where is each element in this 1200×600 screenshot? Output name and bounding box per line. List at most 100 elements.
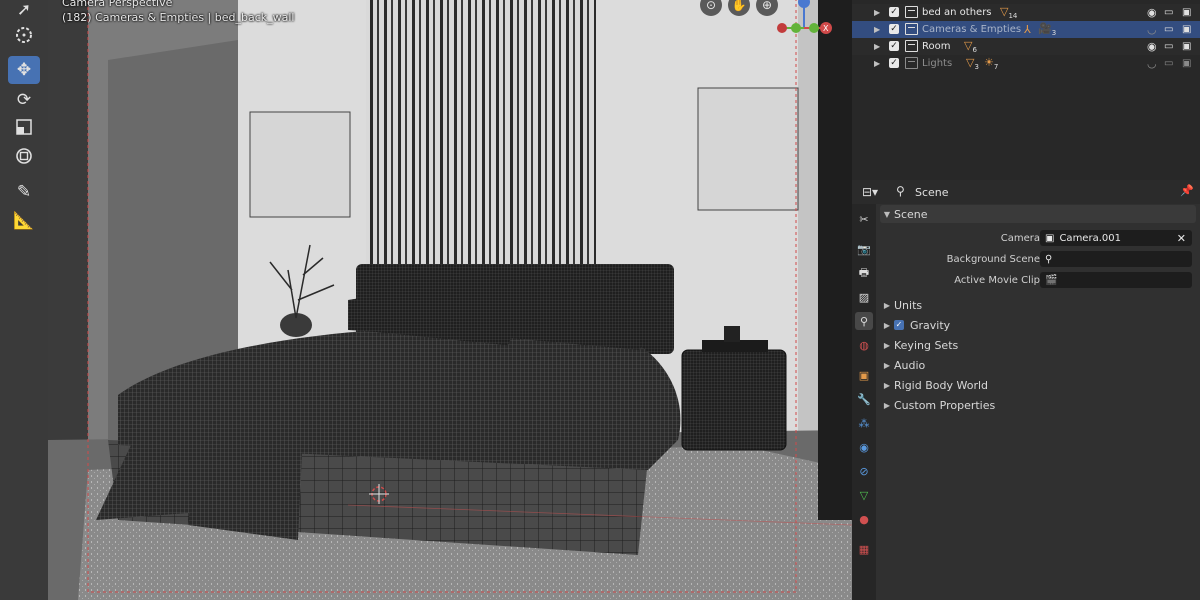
navigation-gizmo[interactable]: X xyxy=(772,0,832,40)
eye-icon[interactable]: ◉ xyxy=(1147,6,1157,19)
exclude-checkbox[interactable]: ✓ xyxy=(889,58,899,68)
collection-icon xyxy=(905,6,918,18)
chevron-right-icon: ▶ xyxy=(883,340,891,350)
properties-tabs: ✂ 📷 🖶 ▨ ⚲ ◍ ▣ 🔧 ⁂ ◉ ⊘ ▽ ● ▦ xyxy=(852,204,876,600)
tab-tool[interactable]: ✂ xyxy=(855,210,873,228)
scene-properties-panel: ▼ Scene Camera ▣ Camera.001 ✕ Background… xyxy=(876,204,1200,600)
render-toggle-icon[interactable]: ▣ xyxy=(1182,41,1191,52)
rotate-icon: ⟳ xyxy=(16,90,32,110)
annotate-tool-button[interactable]: ✎ xyxy=(8,178,40,206)
expand-arrow-icon[interactable]: ▶ xyxy=(874,8,880,17)
editor-type-icon[interactable]: ⊟▾ xyxy=(862,185,878,199)
scene-section-header[interactable]: ▼ Scene xyxy=(880,205,1196,223)
exclude-checkbox[interactable]: ✓ xyxy=(889,7,899,17)
outliner: ▶ ✓ bed an others ▽14 ◉ ▭ ▣ ▶ ✓ Cameras … xyxy=(852,0,1200,178)
background-scene-field[interactable]: ⚲ xyxy=(1040,251,1192,267)
collection-name[interactable]: bed an others xyxy=(922,7,992,18)
mesh-badge-icon: ▽3 xyxy=(966,55,979,72)
camera-label: Camera xyxy=(1000,233,1040,244)
collection-name[interactable]: Room xyxy=(922,41,950,52)
move-icon: ✥ xyxy=(16,60,32,80)
camera-field[interactable]: ▣ Camera.001 ✕ xyxy=(1040,230,1192,246)
clear-icon[interactable]: ✕ xyxy=(1177,232,1186,245)
tab-output[interactable]: 🖶 xyxy=(855,264,873,282)
tab-data[interactable]: ▽ xyxy=(855,486,873,504)
scale-tool-button[interactable] xyxy=(8,115,40,143)
outliner-row[interactable]: ▶ ✓ Lights ▽3 ☀7 ◡ ▭ ▣ xyxy=(852,55,1200,72)
tab-object[interactable]: ▣ xyxy=(855,366,873,384)
audio-section-header[interactable]: ▶ Audio xyxy=(880,356,1196,374)
render-toggle-icon[interactable]: ▣ xyxy=(1182,24,1191,35)
tab-world[interactable]: ◍ xyxy=(855,336,873,354)
units-section-header[interactable]: ▶ Units xyxy=(880,296,1196,314)
measure-icon: 📐 xyxy=(13,211,35,231)
render-toggle-icon[interactable]: ▣ xyxy=(1182,7,1191,18)
gravity-checkbox[interactable]: ✓ xyxy=(894,320,904,330)
select-tool-button[interactable]: ➚ xyxy=(8,0,40,24)
chevron-right-icon: ▶ xyxy=(883,300,891,310)
pan-view-button[interactable]: ✋ xyxy=(728,0,750,16)
tab-render[interactable]: 📷 xyxy=(855,240,873,258)
viewport-toggle-icon[interactable]: ▭ xyxy=(1164,58,1173,69)
custom-properties-label: Custom Properties xyxy=(894,398,996,412)
render-toggle-icon[interactable]: ▣ xyxy=(1182,58,1191,69)
outliner-row-selected[interactable]: ▶ ✓ Cameras & Empties ⅄ 🎥3 ◡ ▭ ▣ xyxy=(852,21,1200,38)
image-icon: ▨ xyxy=(858,290,870,304)
rigid-body-world-label: Rigid Body World xyxy=(894,378,989,392)
rotate-tool-button[interactable]: ⟳ xyxy=(8,86,40,114)
eye-closed-icon[interactable]: ◡ xyxy=(1147,23,1157,36)
exclude-checkbox[interactable]: ✓ xyxy=(889,24,899,34)
particles-icon: ⁂ xyxy=(858,416,870,430)
eye-closed-icon[interactable]: ◡ xyxy=(1147,57,1157,70)
expand-arrow-icon[interactable]: ▶ xyxy=(874,42,880,51)
expand-arrow-icon[interactable]: ▶ xyxy=(874,59,880,68)
chevron-right-icon: ▶ xyxy=(883,320,891,330)
printer-icon: 🖶 xyxy=(858,265,870,279)
viewport-toggle-icon[interactable]: ▭ xyxy=(1164,7,1173,18)
cursor-tool-button[interactable] xyxy=(8,23,40,51)
tab-physics[interactable]: ◉ xyxy=(855,438,873,456)
outliner-row[interactable]: ▶ ✓ bed an others ▽14 ◉ ▭ ▣ xyxy=(852,4,1200,21)
measure-tool-button[interactable]: 📐 xyxy=(8,207,40,235)
collection-name[interactable]: Cameras & Empties xyxy=(922,24,1021,35)
tab-material[interactable]: ● xyxy=(855,510,873,528)
collection-icon xyxy=(905,40,918,52)
object-icon: ▣ xyxy=(858,368,870,382)
mesh-data-icon: ▽ xyxy=(859,488,869,502)
tab-modifiers[interactable]: 🔧 xyxy=(855,390,873,408)
expand-arrow-icon[interactable]: ▶ xyxy=(874,25,880,34)
scene-icon: ⚲ xyxy=(896,184,905,198)
pin-icon[interactable]: 📌 xyxy=(1180,184,1194,197)
cursor-icon: ➚ xyxy=(16,0,32,20)
collection-name[interactable]: Lights xyxy=(922,58,952,69)
gravity-section-header[interactable]: ▶ ✓ Gravity xyxy=(880,316,1196,334)
eye-icon[interactable]: ◉ xyxy=(1147,40,1157,53)
movie-clip-field[interactable]: 🎬 xyxy=(1040,272,1192,288)
section-title: Scene xyxy=(894,207,928,221)
3d-viewport[interactable]: Camera Perspective (182) Cameras & Empti… xyxy=(48,0,852,600)
tab-scene[interactable]: ⚲ xyxy=(855,312,873,330)
chevron-down-icon: ▼ xyxy=(883,209,891,219)
custom-properties-section-header[interactable]: ▶ Custom Properties xyxy=(880,396,1196,414)
exclude-checkbox[interactable]: ✓ xyxy=(889,41,899,51)
camera-view-button[interactable]: ⊙ xyxy=(700,0,722,16)
tab-constraints[interactable]: ⊘ xyxy=(855,462,873,480)
transform-tool-button[interactable] xyxy=(8,144,40,172)
viewport-toggle-icon[interactable]: ▭ xyxy=(1164,24,1173,35)
world-icon: ◍ xyxy=(859,338,869,352)
magnifier-icon: ⊕ xyxy=(761,0,773,12)
tab-texture[interactable]: ▦ xyxy=(855,540,873,558)
3d-cursor-icon xyxy=(14,25,34,50)
rigid-body-world-section-header[interactable]: ▶ Rigid Body World xyxy=(880,376,1196,394)
transform-icon xyxy=(14,146,34,171)
outliner-row[interactable]: ▶ ✓ Room ▽6 ◉ ▭ ▣ xyxy=(852,38,1200,55)
mesh-badge-icon: ▽6 xyxy=(964,38,977,55)
movie-clip-label: Active Movie Clip xyxy=(954,275,1040,286)
tab-particles[interactable]: ⁂ xyxy=(855,414,873,432)
viewport-toggle-icon[interactable]: ▭ xyxy=(1164,41,1173,52)
chevron-right-icon: ▶ xyxy=(883,360,891,370)
tab-view-layer[interactable]: ▨ xyxy=(855,288,873,306)
chevron-right-icon: ▶ xyxy=(883,400,891,410)
keying-sets-section-header[interactable]: ▶ Keying Sets xyxy=(880,336,1196,354)
move-tool-button[interactable]: ✥ xyxy=(8,56,40,84)
